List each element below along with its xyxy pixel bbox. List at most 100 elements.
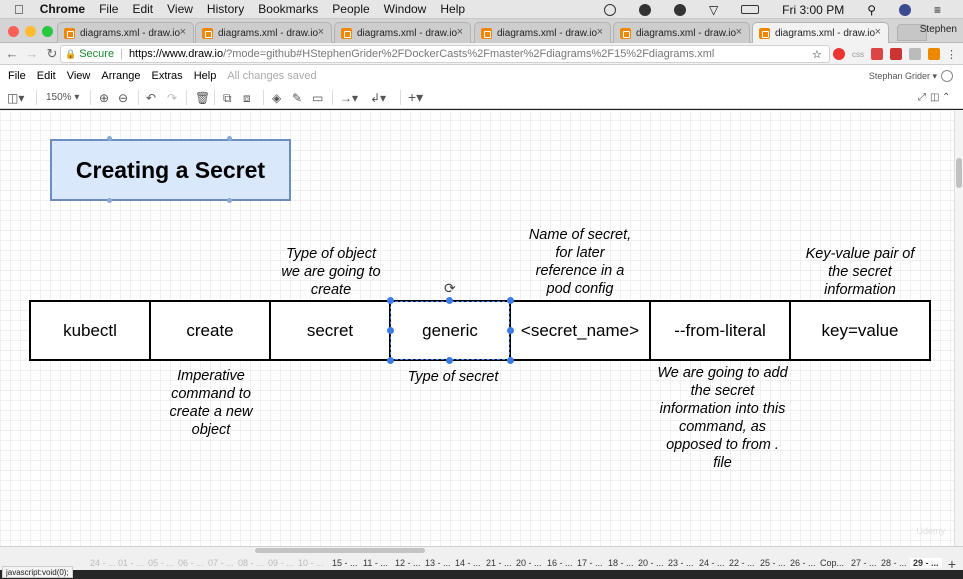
page-tab[interactable]: 28 - ... xyxy=(881,558,907,568)
menubar-people[interactable]: People xyxy=(332,2,369,16)
menubar-file[interactable]: File xyxy=(99,2,118,16)
page-tab[interactable]: 23 - ... xyxy=(668,558,694,568)
note-imperative[interactable]: Imperative command to create a new objec… xyxy=(150,367,272,439)
page-tab-active[interactable]: 29 - ... xyxy=(910,558,942,568)
rotate-handle-icon[interactable]: ⟳ xyxy=(444,280,456,297)
app-status-icon[interactable] xyxy=(673,3,686,16)
zoom-out-icon[interactable]: ⊖ xyxy=(118,91,128,105)
resize-handle[interactable] xyxy=(387,357,394,364)
resize-handle[interactable] xyxy=(387,297,394,304)
page-tab[interactable]: 10 - ... xyxy=(298,558,324,568)
menubar-clock[interactable]: Fri 3:00 PM xyxy=(782,3,844,17)
page-tab[interactable]: 16 - ... xyxy=(547,558,573,568)
page-tab[interactable]: 13 - ... xyxy=(425,558,451,568)
close-tab-icon[interactable]: × xyxy=(318,26,324,38)
redo-icon[interactable]: ↷ xyxy=(167,91,177,105)
minimize-window-button[interactable] xyxy=(25,26,36,37)
to-back-icon[interactable]: ⧈ xyxy=(243,91,251,106)
cmd-box-from-literal[interactable]: --from-literal xyxy=(649,300,791,361)
user-menu[interactable]: Stephan Grider ▾ xyxy=(869,71,937,82)
resize-handle[interactable] xyxy=(507,327,514,334)
spotlight-search-icon[interactable]: ⚲ xyxy=(867,3,876,17)
cmd-box-kubectl[interactable]: kubectl xyxy=(29,300,151,361)
page-tab[interactable]: 20 - ... xyxy=(638,558,664,568)
apple-menu-icon[interactable]:  xyxy=(14,2,24,17)
browser-tab[interactable]: diagrams.xml - draw.io × xyxy=(57,22,194,43)
forward-arrow-icon[interactable]: → xyxy=(24,46,40,61)
close-window-button[interactable] xyxy=(8,26,19,37)
extension-icon[interactable] xyxy=(909,47,921,61)
close-tab-icon[interactable]: × xyxy=(736,26,742,38)
page-tab[interactable]: 20 - ... xyxy=(516,558,542,568)
url-field[interactable]: 🔒 Secure | https://www.draw.io/?mode=git… xyxy=(60,45,830,63)
format-panel-icon[interactable]: ◫ xyxy=(930,92,939,103)
page-tab[interactable]: 05 - ... xyxy=(148,558,174,568)
page-tab[interactable]: 12 - ... xyxy=(395,558,421,568)
page-tab[interactable]: 26 - ... xyxy=(790,558,816,568)
globe-icon[interactable] xyxy=(941,70,953,82)
glasses-icon[interactable] xyxy=(603,3,616,16)
resize-handle[interactable] xyxy=(446,297,453,304)
user-avatar-icon[interactable] xyxy=(898,3,911,16)
zoom-window-button[interactable] xyxy=(42,26,53,37)
menubar-window[interactable]: Window xyxy=(384,2,427,16)
opera-extension-icon[interactable] xyxy=(833,47,845,61)
page-tab[interactable]: 25 - ... xyxy=(760,558,786,568)
insert-plus-icon[interactable]: +▾ xyxy=(408,89,423,106)
extension-icon[interactable] xyxy=(890,47,902,61)
fill-color-icon[interactable]: ◈ xyxy=(272,91,281,105)
menu-view[interactable]: View xyxy=(67,70,91,82)
page-tab[interactable]: 06 - ... xyxy=(178,558,204,568)
cmd-box-secret[interactable]: secret xyxy=(269,300,391,361)
browser-tab[interactable]: diagrams.xml - draw.io × xyxy=(334,22,471,43)
resize-handle[interactable] xyxy=(507,357,514,364)
page-tab[interactable]: 01 - ... xyxy=(118,558,144,568)
page-tab[interactable]: 15 - ... xyxy=(332,558,358,568)
line-color-icon[interactable]: ✎ xyxy=(292,91,302,105)
note-key-value[interactable]: Key-value pair of the secret information xyxy=(795,245,925,299)
resize-handle[interactable] xyxy=(387,327,394,334)
note-type-of-secret[interactable]: Type of secret xyxy=(393,368,513,386)
to-front-icon[interactable]: ⧉ xyxy=(223,91,232,106)
close-tab-icon[interactable]: × xyxy=(875,26,881,38)
menubar-history[interactable]: History xyxy=(207,2,244,16)
browser-tab-active[interactable]: diagrams.xml - draw.io × xyxy=(752,22,889,43)
menu-arrange[interactable]: Arrange xyxy=(101,70,140,82)
menubar-edit[interactable]: Edit xyxy=(132,2,153,16)
cmd-box-secret-name[interactable]: <secret_name> xyxy=(509,300,651,361)
shadow-icon[interactable]: ▭ xyxy=(312,91,323,105)
chrome-menu-icon[interactable]: ⋮ xyxy=(946,47,957,61)
page-tab[interactable]: 14 - ... xyxy=(455,558,481,568)
page-tab[interactable]: 21 - ... xyxy=(486,558,512,568)
browser-tab[interactable]: diagrams.xml - draw.io × xyxy=(195,22,332,43)
horizontal-scroll-thumb[interactable] xyxy=(255,548,425,553)
css-extension-icon[interactable]: css xyxy=(852,47,864,61)
diagram-title-shape[interactable]: Creating a Secret xyxy=(50,139,291,201)
page-tab[interactable]: 07 - ... xyxy=(208,558,234,568)
vertical-scrollbar[interactable] xyxy=(954,110,963,546)
cmd-box-create[interactable]: create xyxy=(149,300,271,361)
undo-icon[interactable]: ↶ xyxy=(146,91,156,105)
battery-icon[interactable] xyxy=(741,5,760,14)
zoom-select[interactable]: 150% ▾ xyxy=(46,92,79,103)
close-tab-icon[interactable]: × xyxy=(597,26,603,38)
menu-help[interactable]: Help xyxy=(194,70,217,82)
zoom-in-icon[interactable]: ⊕ xyxy=(99,91,109,105)
close-tab-icon[interactable]: × xyxy=(180,26,186,38)
coffee-icon[interactable] xyxy=(638,3,651,16)
close-tab-icon[interactable]: × xyxy=(457,26,463,38)
cmd-box-key-value[interactable]: key=value xyxy=(789,300,931,361)
reload-icon[interactable]: ↻ xyxy=(44,46,60,62)
resize-handle[interactable] xyxy=(507,297,514,304)
delete-icon[interactable]: 🗑 xyxy=(195,91,210,105)
page-tab[interactable]: 24 - ... xyxy=(699,558,725,568)
browser-tab[interactable]: diagrams.xml - draw.io × xyxy=(613,22,750,43)
browser-tab[interactable]: diagrams.xml - draw.io × xyxy=(474,22,611,43)
note-from-literal[interactable]: We are going to add the secret informati… xyxy=(645,364,800,472)
menu-file[interactable]: File xyxy=(8,70,26,82)
menu-edit[interactable]: Edit xyxy=(37,70,56,82)
back-arrow-icon[interactable]: ← xyxy=(4,46,20,61)
menubar-app-name[interactable]: Chrome xyxy=(40,2,85,16)
page-tab[interactable]: 09 - ... xyxy=(268,558,294,568)
page-tab[interactable]: 22 - ... xyxy=(729,558,755,568)
